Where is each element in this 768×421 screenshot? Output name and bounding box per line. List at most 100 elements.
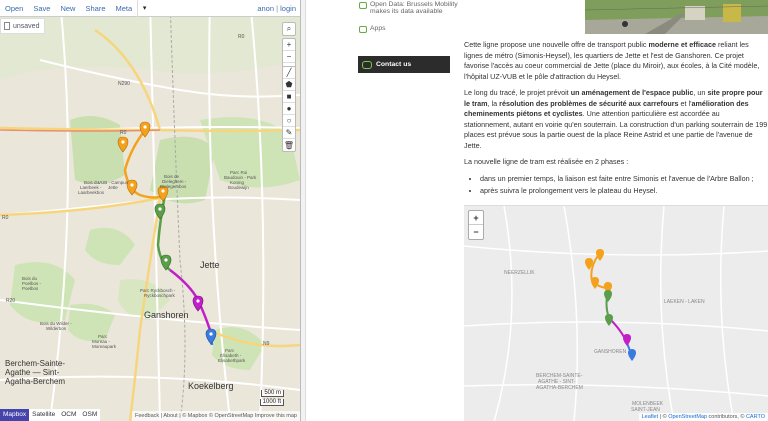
map-attribution[interactable]: Feedback | About | © Mapbox © OpenStreet…	[132, 411, 300, 421]
label-roi-4: Boudewijn	[228, 185, 249, 190]
minimap-zoom-in[interactable]: +	[469, 211, 483, 225]
open-data-text: Open Data: Brussels Mobility makes its d…	[370, 1, 458, 15]
label-poelbos-3: Poelbos	[22, 286, 39, 291]
scale-metric: 500 m	[261, 390, 284, 397]
user-links: anon | login	[257, 4, 300, 13]
delete-layers-icon[interactable]: 🗑	[283, 139, 295, 151]
label-n9: N9	[263, 341, 270, 347]
p1-b: moderne et efficace	[648, 40, 716, 49]
p2-a: Le long du tracé, le projet prévoit	[464, 88, 571, 97]
phase-item-2: après suivra le prolongement vers le pla…	[480, 186, 768, 197]
mm-label-berchem-3: AGATHA-BERCHEM	[536, 385, 583, 391]
label-moreau-3: Moreaupark	[92, 344, 117, 349]
osm-link[interactable]: OpenStreetMap	[668, 414, 707, 420]
article-body: Cette ligne propose une nouvelle offre d…	[464, 40, 768, 203]
search-icon[interactable]: ⌕	[283, 23, 295, 35]
label-berchem-1: Berchem-Sainte-	[5, 359, 65, 368]
carto-link[interactable]: CARTO	[746, 414, 765, 420]
user-login-link[interactable]: login	[280, 4, 296, 13]
zoom-out-button[interactable]: −	[283, 51, 295, 63]
apps-icon	[359, 26, 367, 33]
p2-e: , la	[487, 98, 500, 108]
park-laerbeek	[70, 116, 125, 184]
more-caret-icon[interactable]: ▾	[137, 0, 151, 17]
article-minimap[interactable]: NEERZELLIK LAEKEN - LAKEN GANSHOREN BERC…	[464, 205, 768, 421]
mm-label-ganshoren: GANSHOREN	[594, 349, 627, 355]
unsaved-tab[interactable]: unsaved	[0, 18, 46, 34]
label-jette: Jette	[200, 260, 220, 270]
contact-label: Contact us	[376, 61, 412, 68]
user-sep: |	[276, 3, 279, 13]
document-icon	[4, 22, 10, 30]
p2-g: et l'	[678, 98, 692, 108]
unsaved-label: unsaved	[13, 22, 40, 30]
scale-imperial: 1000 ft	[259, 399, 284, 406]
layer-switcher: Mapbox Satellite OCM OSM	[0, 409, 101, 421]
phase-list: dans un premier temps, la liaison est fa…	[480, 174, 768, 197]
label-r0-west: R0	[2, 215, 9, 221]
paragraph-3: La nouvelle ligne de tram est réalisée e…	[464, 157, 629, 166]
open-data-link[interactable]: Open Data: Brussels Mobility makes its d…	[359, 1, 458, 15]
draw-marker-icon[interactable]: ●	[283, 103, 295, 115]
label-dieleghem-3: Dielegembos	[160, 184, 187, 189]
layer-osm[interactable]: OSM	[79, 409, 100, 421]
p2-b: un aménagement de l'espace public	[570, 88, 694, 97]
minimap-canvas[interactable]: NEERZELLIK LAEKEN - LAKEN GANSHOREN BERC…	[464, 206, 768, 421]
p1-a: Cette ligne propose une nouvelle offre d…	[464, 40, 649, 49]
apps-link[interactable]: Apps	[359, 25, 386, 33]
label-ryckbosch-2: Ryckboschpark	[144, 293, 176, 298]
p2-f: résolution des problèmes de sécurité aux…	[499, 98, 679, 108]
open-data-title: Open Data: Brussels Mobility	[370, 1, 458, 8]
contact-button[interactable]: Contact us	[358, 56, 450, 73]
phase-item-1: dans un premier temps, la liaison est fa…	[480, 174, 768, 185]
mm-label-laeken: LAEKEN - LAKEN	[664, 299, 705, 305]
layer-mapbox[interactable]: Mapbox	[0, 409, 30, 421]
label-r0-mid: R0	[120, 130, 127, 136]
minimap-zoom: + −	[468, 210, 484, 240]
apps-label: Apps	[370, 25, 386, 32]
editor-map[interactable]: R0 N290 R0 R0 Jette Ganshoren Koekelberg…	[0, 0, 300, 421]
draw-line-icon[interactable]: ╱	[283, 67, 295, 79]
open-data-icon	[359, 2, 367, 9]
leaflet-link[interactable]: Leaflet	[642, 414, 659, 420]
menu-new[interactable]: New	[55, 0, 80, 17]
menu-meta[interactable]: Meta	[111, 0, 138, 17]
editor-pane: Open Save New Share Meta ▾ anon | login …	[0, 0, 300, 421]
search-control[interactable]: ⌕	[282, 22, 296, 36]
label-wilder-2: Wilderbos	[46, 326, 67, 331]
attrib-sep: | ©	[658, 414, 669, 420]
label-n290: N290	[118, 81, 130, 87]
minimap-zoom-out[interactable]: −	[469, 225, 483, 239]
mm-label-neerzellik: NEERZELLIK	[504, 270, 535, 276]
paragraph-2: Le long du tracé, le projet prévoit un a…	[464, 88, 768, 151]
label-koekelberg: Koekelberg	[188, 381, 234, 391]
draw-polygon-icon[interactable]: ⬟	[283, 79, 295, 91]
label-r20: R20	[6, 298, 15, 304]
label-berchem-3: Agatha-Berchem	[5, 377, 65, 386]
label-ganshoren: Ganshoren	[144, 310, 189, 320]
layer-ocm[interactable]: OCM	[58, 409, 79, 421]
label-vub-2: Jette	[108, 185, 118, 190]
layer-satellite[interactable]: Satellite	[29, 409, 58, 421]
minimap-attribution: Leaflet | © OpenStreetMap contributors, …	[638, 413, 768, 421]
user-anon-link[interactable]: anon	[257, 4, 274, 13]
menu-save[interactable]: Save	[28, 0, 55, 17]
p2-c: , un	[693, 88, 708, 97]
article-pane: Open Data: Brussels Mobility makes its d…	[306, 0, 768, 421]
editor-topbar: Open Save New Share Meta ▾ anon | login	[0, 0, 300, 17]
menu-share[interactable]: Share	[80, 0, 110, 17]
menu-open[interactable]: Open	[0, 0, 28, 17]
attrib-contrib: contributors, ©	[707, 414, 746, 420]
draw-circle-marker-icon[interactable]: ○	[283, 115, 295, 127]
zoom-in-button[interactable]: +	[283, 39, 295, 51]
draw-rectangle-icon[interactable]: ■	[283, 91, 295, 103]
label-r0-north: R0	[238, 34, 245, 40]
label-elisabeth-3: Elisabethpark	[218, 358, 246, 363]
label-berchem-2: Agathe — Sint-	[5, 368, 60, 377]
edit-layers-icon[interactable]: ✎	[283, 127, 295, 139]
tram-photo	[585, 0, 768, 34]
label-bois-laerbeek-3: Laarbeekbos	[78, 190, 105, 195]
open-data-sub: makes its data available	[370, 8, 443, 15]
paragraph-1: Cette ligne propose une nouvelle offre d…	[464, 40, 768, 82]
draw-toolbar: ╱ ⬟ ■ ● ○ ✎ 🗑	[282, 66, 296, 152]
